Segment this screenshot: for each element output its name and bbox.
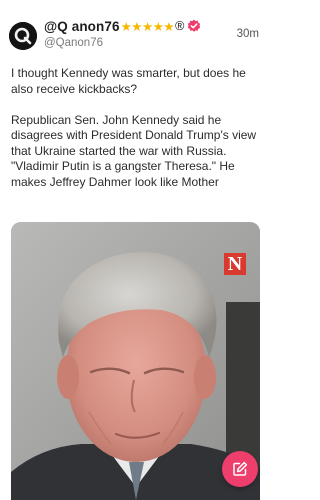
display-name[interactable]: @Q anon76 [44,19,120,34]
post-paragraph-1: I thought Kennedy was smarter, but does … [11,66,246,96]
post-paragraph-2: Republican Sen. John Kennedy said he dis… [11,112,257,189]
user-handle[interactable]: @Qanon76 [44,37,103,49]
post-text: I thought Kennedy was smarter, but does … [11,66,263,190]
compose-button[interactable] [222,451,258,487]
name-row: @Q anon76 ★★★★★ ® [44,17,201,35]
post-timestamp: 30m [236,28,259,40]
user-avatar[interactable] [9,22,37,50]
rating-stars: ★★★★★ [120,19,175,34]
compose-edit-icon [233,461,248,476]
q-logo-icon [9,22,37,50]
post-header: @Q anon76 ★★★★★ ® @Qanon76 30m [0,0,270,58]
registered-mark: ® [175,19,185,33]
verified-badge-icon [187,19,201,33]
post-image[interactable]: N [11,222,260,500]
man-photo-image [11,222,260,500]
news-logo: N [224,253,246,275]
